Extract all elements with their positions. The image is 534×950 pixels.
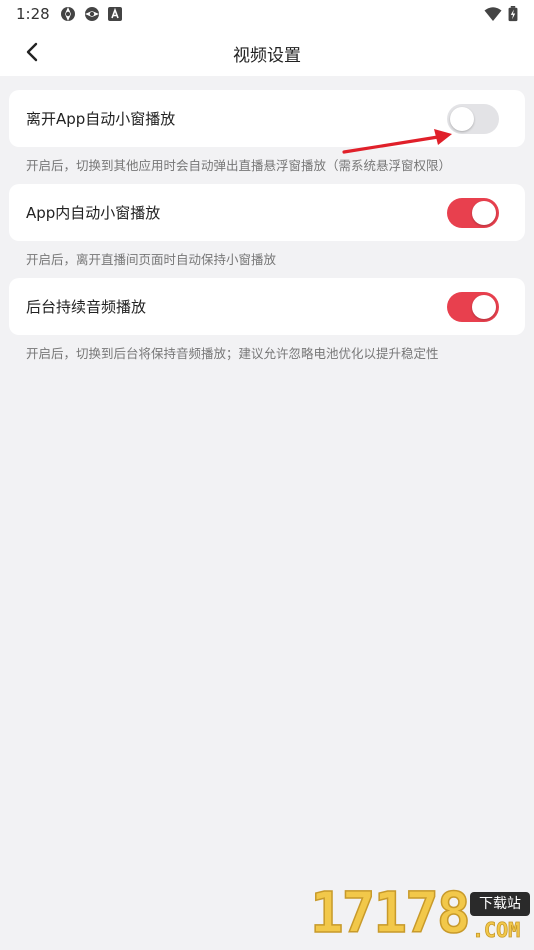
background-audio-toggle[interactable] <box>447 292 499 322</box>
annotation-arrow-icon <box>342 129 452 154</box>
status-time: 1:28 <box>16 5 50 23</box>
status-bar: 1:28 <box>0 0 534 28</box>
setting-description: 开启后，切换到后台将保持音频播放；建议允许忽略电池优化以提升稳定性 <box>26 346 439 361</box>
setting-label: 离开App自动小窗播放 <box>26 110 176 128</box>
setting-label: 后台持续音频播放 <box>26 298 147 316</box>
watermark-domain: .COM <box>472 918 521 943</box>
setting-card-in-app-pip: App内自动小窗播放 <box>9 184 525 241</box>
aperture-icon <box>85 7 99 21</box>
wifi-icon <box>484 7 502 21</box>
in-app-pip-toggle[interactable] <box>447 198 499 228</box>
toggle-knob <box>472 295 496 319</box>
setting-card-background-audio: 后台持续音频播放 <box>9 278 525 335</box>
toggle-knob <box>472 201 496 225</box>
setting-description: 开启后，离开直播间页面时自动保持小窗播放 <box>26 252 277 267</box>
watermark-logo: 17178 下载站 .COM <box>308 878 534 950</box>
page-title: 视频设置 <box>233 46 301 66</box>
a-badge-icon <box>108 7 122 21</box>
header: 视频设置 <box>0 28 534 76</box>
watermark-tag: 下载站 <box>470 892 530 916</box>
aperture-icon <box>61 7 75 21</box>
watermark-digits: 17178 <box>309 881 471 947</box>
battery-charging-icon <box>508 6 518 22</box>
setting-label: App内自动小窗播放 <box>26 204 161 222</box>
